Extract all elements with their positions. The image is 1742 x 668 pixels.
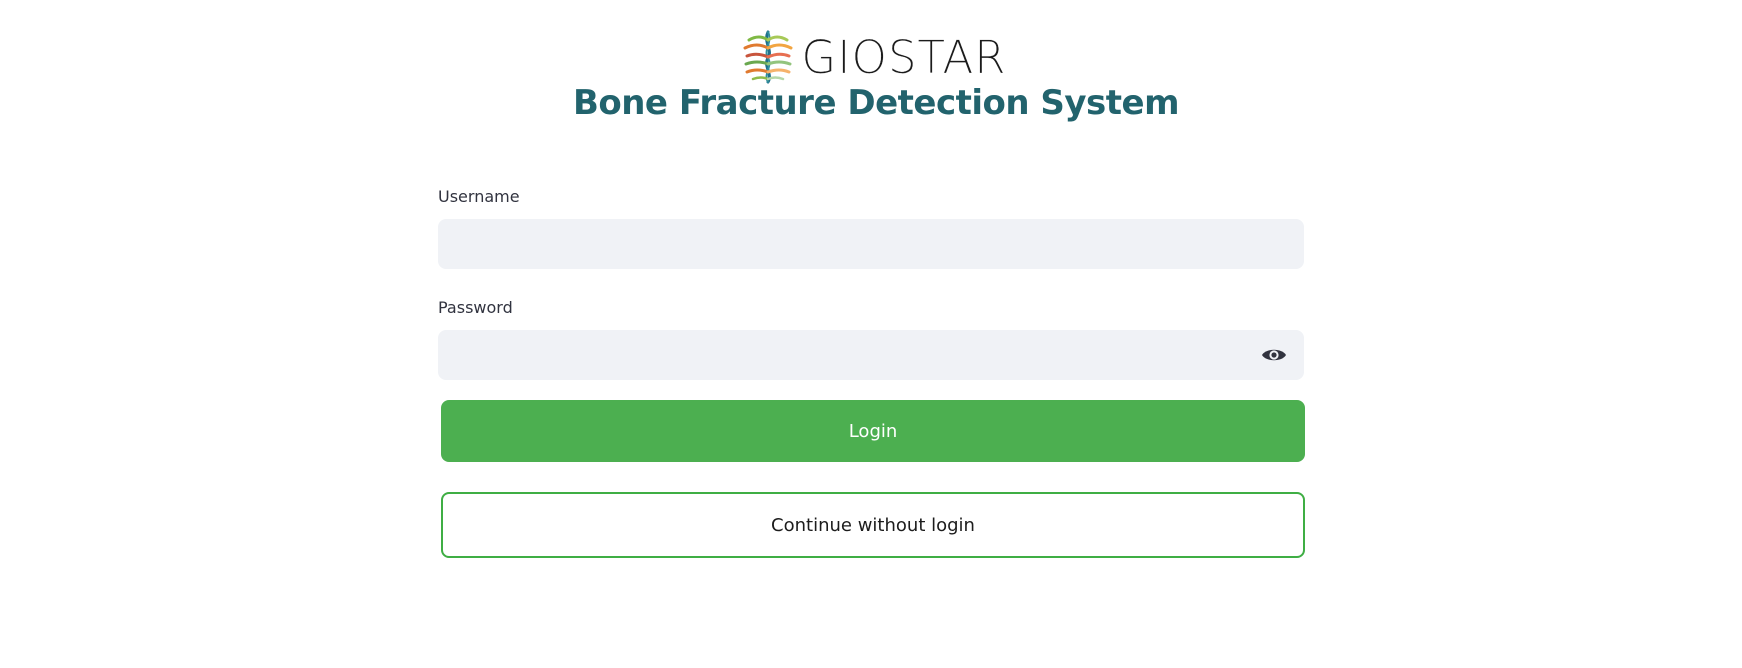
logo-wordmark: GIOSTAR <box>801 30 1007 84</box>
password-input[interactable] <box>438 330 1304 380</box>
continue-without-login-button[interactable]: Continue without login <box>441 492 1305 558</box>
eye-icon <box>1262 349 1286 361</box>
login-form: Username Password Login Continue without… <box>438 186 1305 558</box>
username-input[interactable] <box>438 219 1304 269</box>
password-label: Password <box>438 298 513 317</box>
password-field-wrapper <box>438 330 1304 380</box>
username-label: Username <box>438 187 520 206</box>
login-page: GIOSTAR Bone Fracture Detection System U… <box>0 0 1742 668</box>
brand-header: GIOSTAR <box>0 30 1742 84</box>
username-field-wrapper <box>438 219 1304 269</box>
page-title: Bone Fracture Detection System <box>572 83 1180 123</box>
show-password-toggle[interactable] <box>1260 342 1288 368</box>
logo: GIOSTAR <box>741 30 1006 84</box>
dna-helix-logo-icon <box>743 30 793 84</box>
login-button[interactable]: Login <box>441 400 1305 462</box>
